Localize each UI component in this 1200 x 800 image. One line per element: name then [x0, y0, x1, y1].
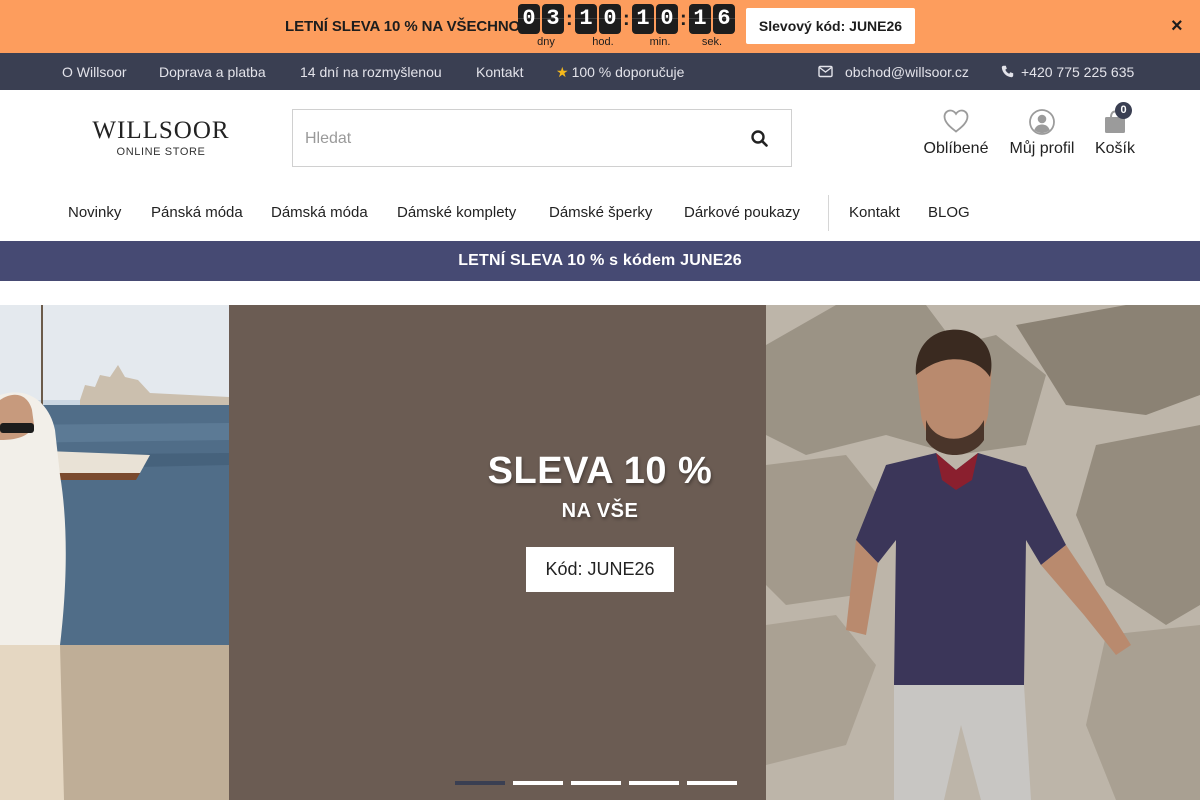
- countdown-separator: :: [680, 8, 687, 30]
- countdown-hours-label: hod.: [592, 36, 614, 48]
- favorites-button[interactable]: Oblíbené: [921, 108, 991, 158]
- countdown-seconds-digit-1: 1: [689, 4, 711, 34]
- countdown-minutes-digit-1: 1: [632, 4, 654, 34]
- nav-item-blog[interactable]: BLOG: [928, 204, 970, 221]
- user-icon: [1004, 108, 1080, 136]
- slider-dot-4[interactable]: [629, 781, 679, 785]
- countdown-seconds-digit-2: 6: [713, 4, 735, 34]
- slider-dot-5[interactable]: [687, 781, 737, 785]
- nav-divider: [828, 195, 829, 231]
- nav-item-darkove-poukazy[interactable]: Dárkové poukazy: [684, 204, 800, 221]
- slider-dot-3[interactable]: [571, 781, 621, 785]
- hero-photo-woman: [0, 305, 229, 800]
- slider-dot-1[interactable]: [455, 781, 505, 785]
- envelope-icon: [818, 65, 833, 81]
- countdown-days-digit-2: 3: [542, 4, 564, 34]
- nav-item-damska-moda[interactable]: Dámská móda: [271, 204, 368, 221]
- cart-count-badge: 0: [1115, 102, 1132, 119]
- hero-title: SLEVA 10 %: [487, 450, 713, 492]
- countdown-minutes-label: min.: [649, 36, 671, 48]
- hero-code-button[interactable]: Kód: JUNE26: [526, 547, 674, 592]
- heart-icon: [921, 108, 991, 136]
- nav-item-novinky[interactable]: Novinky: [68, 204, 121, 221]
- promo-code-button[interactable]: Slevový kód: JUNE26: [746, 8, 915, 44]
- countdown-minutes-digit-2: 0: [656, 4, 678, 34]
- info-link-rating[interactable]: ★ 100 % doporučuje: [556, 64, 684, 81]
- search-input[interactable]: [305, 128, 725, 150]
- info-link-returns[interactable]: 14 dní na rozmyšlenou: [300, 64, 442, 80]
- countdown-separator: :: [566, 8, 573, 30]
- nav-item-damske-komplety[interactable]: Dámské komplety: [397, 204, 516, 221]
- favorites-label: Oblíbené: [923, 140, 989, 157]
- logo-wordmark: WILLSOOR: [92, 117, 230, 144]
- info-link-shipping[interactable]: Doprava a platba: [159, 64, 266, 80]
- hero-banner[interactable]: SLEVA 10 % NA VŠE Kód: JUNE26: [0, 305, 1200, 800]
- close-icon[interactable]: ×: [1171, 14, 1183, 38]
- phone-link[interactable]: +420 775 225 635: [1021, 64, 1134, 80]
- profile-button[interactable]: Můj profil: [1004, 108, 1080, 158]
- countdown-hours-digit-1: 1: [575, 4, 597, 34]
- announcement-strip[interactable]: LETNÍ SLEVA 10 % s kódem JUNE26: [0, 241, 1200, 281]
- star-icon: ★: [556, 64, 569, 80]
- nav-item-damske-sperky[interactable]: Dámské šperky: [549, 204, 652, 221]
- countdown-hours-digit-2: 0: [599, 4, 621, 34]
- countdown-separator: :: [623, 8, 630, 30]
- info-link-about[interactable]: O Willsoor: [62, 64, 127, 80]
- rating-text: 100 % doporučuje: [571, 64, 685, 80]
- countdown-days-label: dny: [537, 36, 555, 48]
- slider-dot-2[interactable]: [513, 781, 563, 785]
- cart-label: Košík: [1094, 140, 1135, 157]
- hero-photo-man: [766, 305, 1200, 800]
- search-bar: [292, 109, 792, 167]
- email-link[interactable]: obchod@willsoor.cz: [845, 64, 969, 80]
- phone-icon: [1001, 65, 1014, 81]
- search-icon[interactable]: [748, 127, 772, 151]
- promo-text: LETNÍ SLEVA 10 % NA VŠECHNO: [285, 18, 521, 35]
- countdown-seconds-label: sek.: [701, 36, 723, 48]
- info-link-contact[interactable]: Kontakt: [476, 64, 523, 80]
- countdown-days-digit-1: 0: [518, 4, 540, 34]
- nav-item-kontakt[interactable]: Kontakt: [849, 204, 900, 221]
- logo-tagline: ONLINE STORE: [116, 146, 206, 158]
- promo-countdown-bar: LETNÍ SLEVA 10 % NA VŠECHNO 0 3 : 1 0 : …: [0, 0, 1200, 53]
- profile-label: Můj profil: [1009, 140, 1075, 157]
- nav-item-panska-moda[interactable]: Pánská móda: [151, 204, 243, 221]
- cart-button[interactable]: Košík: [1092, 108, 1138, 158]
- info-bar: O Willsoor Doprava a platba 14 dní na ro…: [0, 53, 1200, 90]
- store-logo[interactable]: WILLSOOR ONLINE STORE: [57, 118, 265, 160]
- hero-subtitle: NA VŠE: [561, 500, 639, 522]
- hero-promo-panel: [229, 305, 766, 800]
